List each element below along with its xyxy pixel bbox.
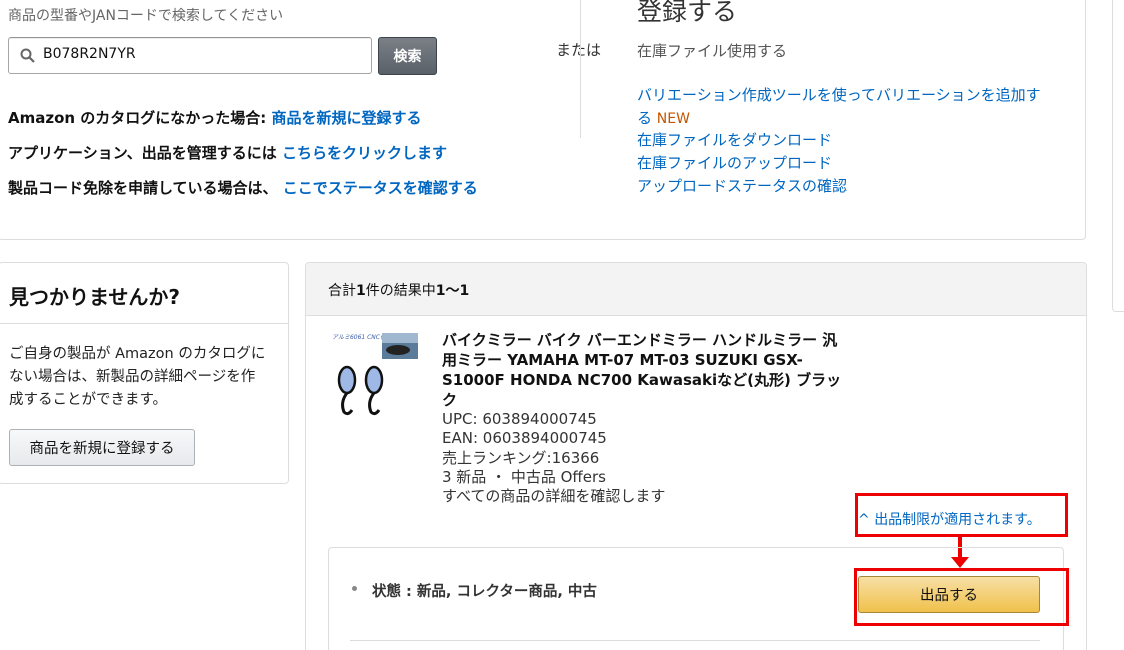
search-button[interactable]: 検索 [378, 37, 437, 75]
search-icon [20, 48, 35, 63]
bullet-icon [352, 586, 357, 591]
variation-tool-link[interactable]: バリエーション作成ツールを使ってバリエーションを追加す [637, 84, 1041, 107]
search-input-value: B078R2N7YR [43, 46, 136, 62]
variation-tool-link-line1[interactable]: バリエーション作成ツールを使ってバリエーションを追加す [637, 86, 1041, 104]
product-details-link[interactable]: すべての商品の詳細を確認します [442, 487, 665, 507]
results-count-prefix: 合計 [328, 283, 356, 299]
catalog-line-text: アプリケーション、出品を管理するには [8, 144, 283, 162]
product-title[interactable]: バイクミラー バイク バーエンドミラー ハンドルミラー 汎用ミラー YAMAHA… [442, 330, 842, 410]
manage-click-here-link[interactable]: こちらをクリックします [282, 144, 447, 162]
product-ean: EAN: 0603894000745 [442, 429, 607, 447]
download-inventory-file-link[interactable]: 在庫ファイルをダウンロード [637, 129, 832, 152]
catalog-line-text: Amazon のカタログになかった場合: [8, 109, 272, 127]
variation-tool-link-line2[interactable]: る [637, 109, 652, 127]
catalog-line-new: Amazon のカタログになかった場合: 商品を新規に登録する [8, 107, 422, 128]
catalog-line-manage: アプリケーション、出品を管理するには こちらをクリックします [8, 142, 447, 163]
results-count-range: 1～1 [435, 283, 470, 299]
results-count-mid: 件の結果中 [365, 283, 436, 299]
results-header: 合計1件の結果中1～1 [306, 263, 1086, 316]
divider [350, 640, 1040, 641]
upload-status-link[interactable]: アップロードステータスの確認 [637, 175, 847, 198]
catalog-line-exemption: 製品コード免除を申請している場合は、 ここでステータスを確認する [8, 177, 478, 198]
register-title: 登録する [637, 0, 738, 26]
check-status-link[interactable]: ここでステータスを確認する [283, 179, 478, 197]
search-input[interactable]: B078R2N7YR [8, 37, 372, 74]
not-found-description: ご自身の製品が Amazon のカタログにない場合は、新製品の詳細ページを作成す… [9, 346, 266, 408]
condition-label: 状態 : 新品, コレクター商品, 中古 [372, 584, 597, 600]
product-thumbnail[interactable]: アルミ6061 CNC仕上げ [330, 330, 422, 422]
results-count: 合計1件の結果中1～1 [328, 280, 469, 300]
vertical-divider [580, 0, 581, 138]
catalog-line-text: 製品コード免除を申請している場合は、 [8, 179, 283, 197]
results-count-total: 1 [356, 283, 366, 299]
not-found-title: 見つかりませんか? [9, 285, 181, 309]
new-badge: NEW [656, 111, 690, 127]
annotation-box-list-button [854, 568, 1069, 626]
variation-tool-link-cont[interactable]: る NEW [637, 107, 690, 131]
product-offers: 3 新品 ・ 中古品 Offers [442, 468, 606, 486]
not-found-panel: 見つかりませんか? ご自身の製品が Amazon のカタログにない場合は、新製品… [0, 262, 289, 484]
annotation-box-restriction [855, 493, 1068, 537]
register-new-product-button[interactable]: 商品を新規に登録する [9, 429, 195, 466]
register-new-product-link[interactable]: 商品を新規に登録する [272, 109, 422, 127]
or-label: または [556, 41, 602, 59]
inventory-file-use-label: 在庫ファイル使用する [637, 42, 788, 60]
upload-inventory-file-link[interactable]: 在庫ファイルのアップロード [637, 152, 832, 175]
not-found-header: 見つかりませんか? [0, 263, 288, 324]
product-upc: UPC: 603894000745 [442, 410, 597, 428]
right-side-panel [1112, 0, 1124, 312]
product-sales-rank: 売上ランキング:16366 [442, 449, 600, 467]
search-hint: 商品の型番やJANコードで検索してください [8, 8, 284, 24]
